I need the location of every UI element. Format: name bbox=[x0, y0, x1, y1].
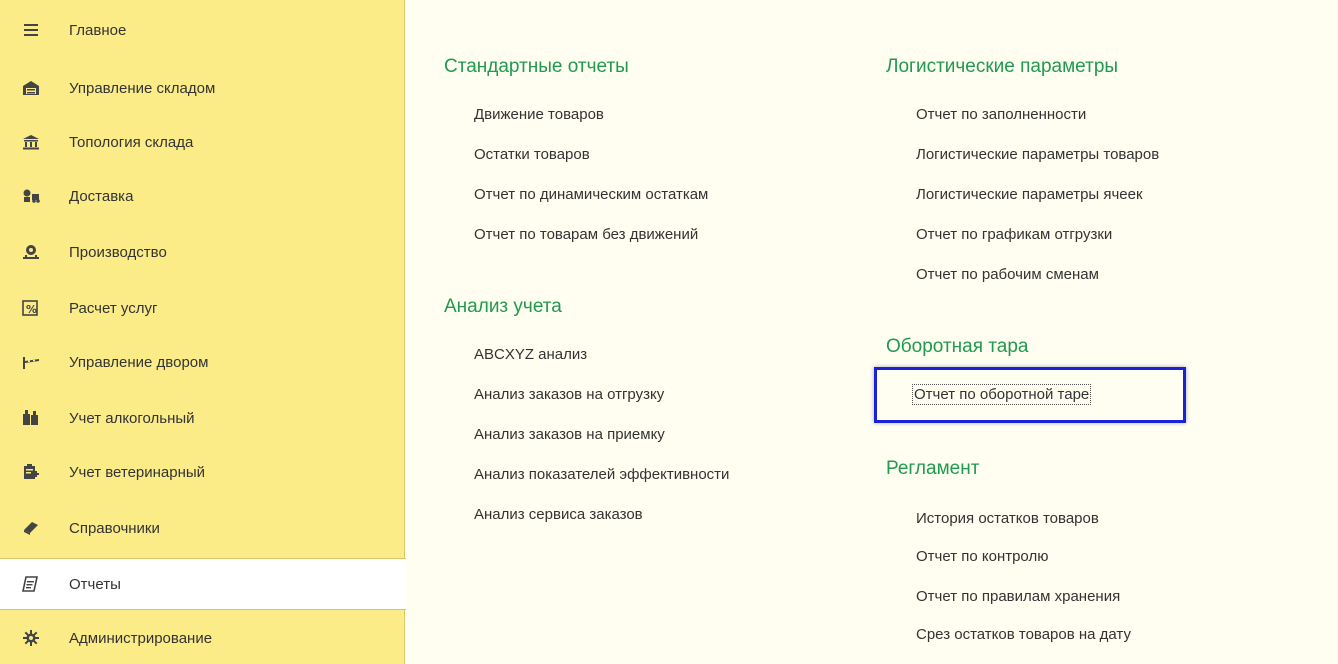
sidebar-item-delivery[interactable]: Доставка bbox=[0, 170, 404, 222]
section-title-standard-reports: Стандартные отчеты bbox=[444, 56, 629, 77]
section-title-accounting-analysis: Анализ учета bbox=[444, 296, 562, 317]
report-link[interactable]: Анализ заказов на приемку bbox=[474, 426, 665, 443]
sidebar-item-yard[interactable]: Управление двором bbox=[0, 336, 404, 388]
sidebar-item-label: Отчеты bbox=[69, 575, 121, 593]
clipboard-plus-icon bbox=[22, 463, 40, 481]
sidebar-item-label: Управление складом bbox=[69, 79, 216, 97]
svg-text:%: % bbox=[26, 303, 37, 316]
report-link[interactable]: Отчет по рабочим сменам bbox=[916, 266, 1099, 283]
sidebar-item-label: Управление двором bbox=[69, 353, 209, 371]
warehouse-icon bbox=[22, 79, 40, 97]
report-link[interactable]: Отчет по графикам отгрузки bbox=[916, 226, 1112, 243]
sidebar-item-label: Главное bbox=[69, 21, 127, 39]
report-link[interactable]: Анализ показателей эффективности bbox=[474, 466, 729, 483]
sidebar-item-warehouse[interactable]: Управление складом bbox=[0, 62, 404, 114]
percent-calc-icon: % bbox=[22, 299, 40, 317]
report-link[interactable]: Движение товаров bbox=[474, 106, 604, 123]
report-link[interactable]: Отчет по товарам без движений bbox=[474, 226, 698, 243]
report-icon bbox=[22, 575, 40, 593]
report-link[interactable]: Остатки товаров bbox=[474, 146, 590, 163]
report-link[interactable]: Отчет по заполненности bbox=[916, 106, 1086, 123]
report-link[interactable]: Анализ сервиса заказов bbox=[474, 506, 643, 523]
sidebar-item-topology[interactable]: Топология склада bbox=[0, 116, 404, 168]
bottles-icon bbox=[22, 409, 40, 427]
sidebar-item-label: Топология склада bbox=[69, 133, 194, 151]
sidebar-item-label: Учет ветеринарный bbox=[69, 463, 206, 481]
report-link[interactable]: Логистические параметры товаров bbox=[916, 146, 1159, 163]
sidebar-item-label: Администрирование bbox=[69, 629, 213, 647]
report-link[interactable]: Отчет по контролю bbox=[916, 548, 1048, 565]
report-link[interactable]: История остатков товаров bbox=[916, 510, 1099, 527]
delivery-icon bbox=[22, 187, 40, 205]
sidebar-item-label: Справочники bbox=[69, 519, 160, 537]
sidebar-item-label: Доставка bbox=[69, 187, 134, 205]
sidebar-item-label: Учет алкогольный bbox=[69, 409, 195, 427]
section-title-logistics-parameters: Логистические параметры bbox=[886, 56, 1119, 77]
gear-icon bbox=[22, 629, 40, 647]
report-link[interactable]: Отчет по правилам хранения bbox=[916, 588, 1120, 605]
report-link[interactable]: Срез остатков товаров на дату bbox=[916, 626, 1131, 643]
report-link[interactable]: ABCXYZ анализ bbox=[474, 346, 587, 363]
report-link-returnable-packaging[interactable]: Отчет по оборотной таре bbox=[911, 384, 1092, 405]
menu-icon bbox=[22, 21, 40, 39]
sidebar-item-admin[interactable]: Администрирование bbox=[0, 612, 404, 664]
report-link[interactable]: Анализ заказов на отгрузку bbox=[474, 386, 664, 403]
building-icon bbox=[22, 133, 40, 151]
sidebar-item-services[interactable]: % Расчет услуг bbox=[0, 282, 404, 334]
book-icon bbox=[22, 519, 40, 537]
sidebar-item-reports[interactable]: Отчеты bbox=[0, 558, 406, 610]
report-link[interactable]: Отчет по динамическим остаткам bbox=[474, 186, 708, 203]
sidebar-item-production[interactable]: Производство bbox=[0, 226, 404, 278]
sidebar: Главное Управление складом Топология скл… bbox=[0, 0, 406, 664]
sidebar-item-catalogs[interactable]: Справочники bbox=[0, 502, 404, 554]
barrier-icon bbox=[22, 353, 40, 371]
sidebar-item-main[interactable]: Главное bbox=[0, 4, 404, 56]
sidebar-item-veterinary[interactable]: Учет ветеринарный bbox=[0, 446, 404, 498]
sidebar-item-alcohol[interactable]: Учет алкогольный bbox=[0, 392, 404, 444]
report-link[interactable]: Логистические параметры ячеек bbox=[916, 186, 1143, 203]
section-title-returnable-packaging: Оборотная тара bbox=[886, 336, 1029, 357]
section-title-reglament: Регламент bbox=[886, 458, 980, 479]
sidebar-item-label: Расчет услуг bbox=[69, 299, 158, 317]
production-icon bbox=[22, 243, 40, 261]
sidebar-item-label: Производство bbox=[69, 243, 167, 261]
